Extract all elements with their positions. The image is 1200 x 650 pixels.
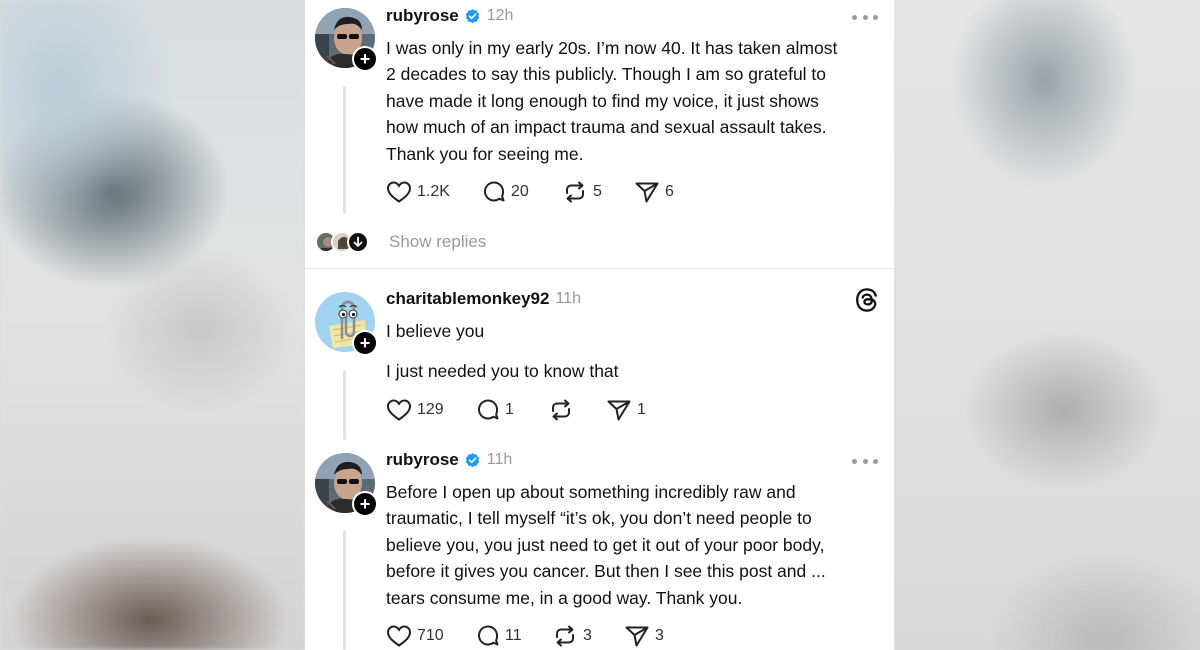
speech-bubble-icon: [484, 181, 505, 202]
post-actions: 129 1 1: [386, 398, 666, 422]
arrow-down-icon: [347, 231, 369, 253]
share-button[interactable]: 6: [634, 180, 694, 204]
speech-bubble-icon: [478, 625, 499, 646]
repost-button[interactable]: 5: [562, 180, 634, 204]
repost-arrows-icon: [566, 181, 584, 203]
repost-count: 3: [583, 627, 592, 644]
post-header: rubyrose 11h: [386, 449, 512, 471]
paper-plane-icon: [625, 626, 649, 647]
avatar[interactable]: +: [315, 453, 378, 517]
share-count: 3: [655, 627, 664, 644]
post-actions: 710 11 3 3: [386, 624, 684, 648]
threads-logo-icon[interactable]: [854, 287, 880, 313]
post-body: I believe you I just needed you to know …: [386, 318, 876, 384]
post-text-line: I just needed you to know that: [386, 360, 619, 381]
like-button[interactable]: 710: [386, 624, 476, 648]
divider: [305, 268, 894, 269]
reply-button[interactable]: 20: [482, 180, 562, 204]
share-button[interactable]: 1: [606, 398, 666, 422]
post-body: Before I open up about something incredi…: [386, 479, 876, 611]
speech-bubble-icon: [478, 399, 499, 420]
username[interactable]: rubyrose: [386, 6, 459, 26]
reply-button[interactable]: 11: [476, 624, 552, 648]
username[interactable]: charitablemonkey92: [386, 289, 549, 309]
post-text-line: 2 decades to say this publicly. Though I…: [386, 64, 827, 85]
post-header: rubyrose 12h: [386, 5, 513, 27]
post-text-line: believe you, you just need to get it out…: [386, 534, 825, 555]
post-time: 12h: [486, 7, 514, 24]
repost-button[interactable]: [548, 398, 606, 422]
more-dots-icon[interactable]: [852, 10, 878, 24]
heart-icon: [386, 399, 412, 421]
repost-button[interactable]: 3: [552, 624, 624, 648]
verified-badge-icon: [465, 452, 479, 467]
like-count: 710: [417, 627, 444, 644]
reply-count: 1: [505, 401, 514, 418]
post-actions: 1.2K 20 5 6: [386, 180, 694, 204]
post-text-line: I believe you: [386, 321, 485, 341]
like-button[interactable]: 1.2K: [386, 180, 482, 204]
follow-plus-icon[interactable]: +: [352, 330, 378, 356]
repost-arrows-icon: [552, 399, 570, 421]
verified-badge-icon: [465, 8, 479, 23]
post-text-line: before it gives you cancer. But then I s…: [386, 561, 826, 582]
blurred-background-right: [894, 0, 1200, 650]
heart-icon: [386, 625, 412, 647]
like-button[interactable]: 129: [386, 398, 476, 422]
reply-button[interactable]: 1: [476, 398, 548, 422]
more-dots-icon[interactable]: [852, 454, 878, 468]
repost-arrows-icon: [556, 625, 574, 647]
post-text-line: Before I open up about something incredi…: [386, 482, 796, 502]
post-time: 11h: [555, 290, 581, 307]
avatar[interactable]: +: [315, 292, 378, 356]
post-body: I was only in my early 20s. I’m now 40. …: [386, 35, 876, 167]
share-count: 6: [665, 183, 674, 200]
like-count: 1.2K: [417, 183, 450, 200]
blurred-background-left: [0, 0, 305, 650]
like-count: 129: [417, 401, 444, 418]
thread-line: [343, 370, 346, 440]
thread-line: [343, 86, 346, 214]
post-text-line: tears consume me, in a good way. Thank y…: [386, 587, 743, 608]
reply-count: 11: [505, 627, 522, 644]
reply-count: 20: [511, 183, 529, 200]
threads-feed-panel: + rubyrose 12h I was only in my early 20…: [305, 0, 894, 650]
paper-plane-icon: [607, 400, 631, 421]
heart-icon: [386, 181, 412, 203]
post-text-line: I was only in my early 20s. I’m now 40. …: [386, 38, 838, 58]
post-text-line: traumatic, I tell myself “it’s ok, you d…: [386, 508, 812, 529]
paper-plane-icon: [635, 182, 659, 203]
follow-plus-icon[interactable]: +: [352, 491, 378, 517]
share-button[interactable]: 3: [624, 624, 684, 648]
post-header: charitablemonkey92 11h: [386, 288, 581, 310]
post-time: 11h: [486, 451, 513, 468]
thread-line: [343, 530, 346, 650]
username[interactable]: rubyrose: [386, 450, 459, 470]
follow-plus-icon[interactable]: +: [352, 46, 378, 72]
show-replies-row[interactable]: Show replies: [315, 229, 486, 255]
repost-count: 5: [593, 183, 602, 200]
share-count: 1: [637, 401, 646, 418]
post-text-line: how much of an impact trauma and sexual …: [386, 117, 827, 138]
post-text-line: Thank you for seeing me.: [386, 143, 584, 164]
post-text-line: have made it long enough to find my voic…: [386, 90, 819, 111]
avatar[interactable]: +: [315, 8, 378, 72]
show-replies-label[interactable]: Show replies: [389, 232, 486, 252]
